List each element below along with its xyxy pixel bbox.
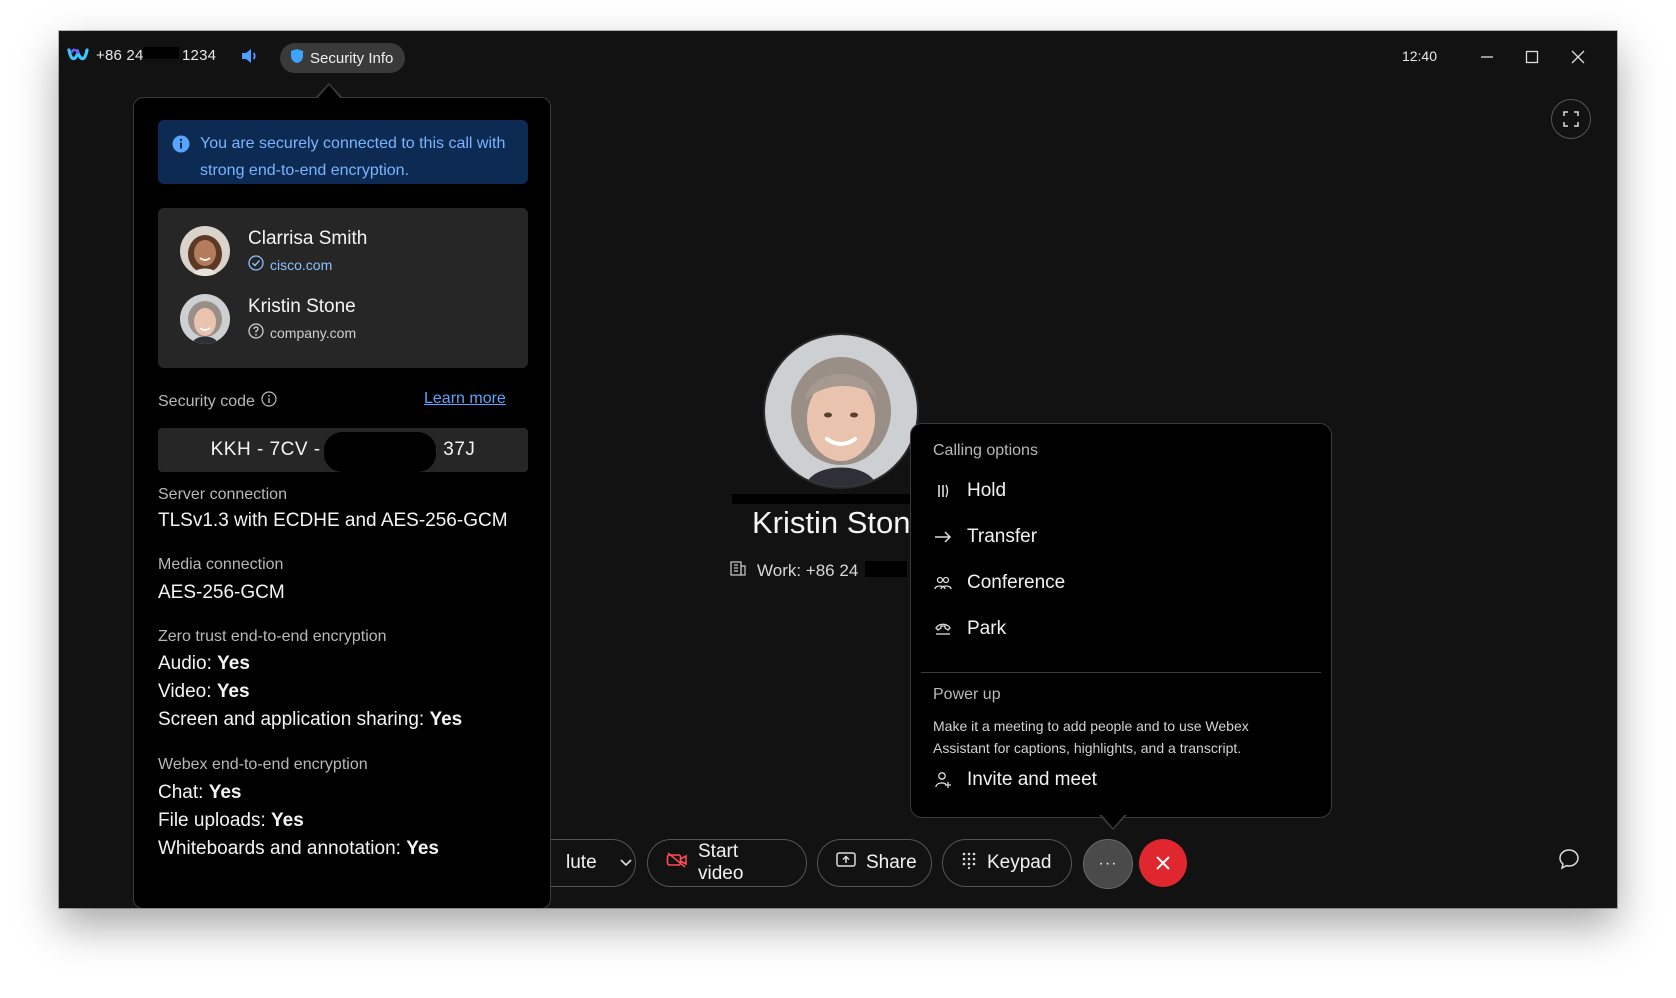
minimize-button[interactable] bbox=[1473, 43, 1501, 71]
conference-label: Conference bbox=[967, 572, 1066, 593]
share-screen-icon bbox=[836, 851, 856, 875]
security-info-button[interactable]: Security Info bbox=[280, 43, 406, 73]
participant-item: Kristin Stone company.com bbox=[180, 294, 356, 344]
close-icon bbox=[1571, 50, 1585, 64]
participant-item: Clarrisa Smith cisco.com bbox=[180, 226, 367, 276]
caller-work-number: Work: +86 24 bbox=[729, 559, 858, 582]
menu-divider bbox=[921, 672, 1321, 673]
share-label: Share bbox=[866, 852, 917, 873]
shield-icon bbox=[290, 48, 304, 68]
audio-encryption: Audio: Yes bbox=[158, 653, 250, 674]
menu-item-hold[interactable]: Hold bbox=[933, 480, 1006, 502]
work-number-text: Work: +86 24 bbox=[757, 560, 859, 580]
power-up-description: Make it a meeting to add people and to u… bbox=[933, 718, 1249, 756]
security-code-end: - 37J bbox=[430, 439, 476, 460]
menu-item-transfer[interactable]: Transfer bbox=[933, 526, 1037, 548]
webex-e2e-label: Webex end-to-end encryption bbox=[158, 756, 368, 773]
end-call-button[interactable] bbox=[1139, 839, 1187, 887]
call-number-suffix: 1234 bbox=[182, 47, 217, 64]
chat-button[interactable] bbox=[1549, 839, 1589, 879]
fullscreen-icon bbox=[1563, 111, 1579, 127]
start-video-button[interactable]: Start video bbox=[647, 839, 807, 887]
more-options-button[interactable]: ··· bbox=[1083, 839, 1133, 889]
call-number-prefix: +86 24 bbox=[96, 47, 144, 64]
hold-icon bbox=[933, 482, 953, 500]
mute-label: lute bbox=[566, 852, 597, 873]
security-code-start: KKH - 7CV - bbox=[210, 439, 321, 460]
security-code-label: Security code bbox=[158, 391, 277, 412]
security-info-panel: You are securely connected to this call … bbox=[133, 97, 551, 908]
caller-name: Kristin Stone bbox=[752, 505, 928, 540]
close-window-button[interactable] bbox=[1564, 43, 1592, 71]
park-label: Park bbox=[967, 618, 1007, 639]
chat-encryption: Chat: Yes bbox=[158, 782, 242, 803]
end-call-x-icon bbox=[1156, 856, 1170, 870]
panel-pointer-inner bbox=[317, 85, 341, 99]
fullscreen-button[interactable] bbox=[1551, 99, 1591, 139]
menu-pointer-inner bbox=[1101, 814, 1125, 828]
video-encryption: Video: Yes bbox=[158, 681, 250, 702]
speaker-icon[interactable] bbox=[239, 46, 259, 71]
info-icon bbox=[172, 135, 190, 174]
maximize-icon bbox=[1525, 50, 1539, 64]
avatar bbox=[180, 226, 230, 276]
power-up-header: Power up bbox=[933, 686, 1001, 703]
menu-item-invite-and-meet[interactable]: Invite and meet bbox=[933, 769, 1097, 791]
participant-domain: cisco.com bbox=[248, 255, 367, 274]
clock-time: 12:40 bbox=[1401, 48, 1437, 64]
menu-item-park[interactable]: Park bbox=[933, 618, 1006, 640]
transfer-label: Transfer bbox=[967, 526, 1038, 547]
chat-bubble-icon bbox=[1559, 849, 1579, 870]
participant-name: Kristin Stone bbox=[248, 296, 356, 317]
whiteboards-encryption: Whiteboards and annotation: Yes bbox=[158, 838, 439, 859]
participant-name: Clarrisa Smith bbox=[248, 228, 368, 249]
redaction-bar bbox=[865, 561, 907, 577]
media-connection-value: AES-256-GCM bbox=[158, 582, 285, 603]
verified-check-icon bbox=[248, 255, 264, 274]
server-connection-label: Server connection bbox=[158, 486, 287, 503]
file-uploads-encryption: File uploads: Yes bbox=[158, 810, 304, 831]
calling-options-menu: Calling options Hold Transfer Conference… bbox=[910, 423, 1332, 818]
screen-sharing-encryption: Screen and application sharing: Yes bbox=[158, 709, 463, 730]
webex-logo-icon bbox=[67, 47, 89, 68]
conference-icon bbox=[933, 575, 953, 591]
participants-list: Clarrisa Smith cisco.com Kristin Stone c… bbox=[158, 208, 528, 368]
info-outline-icon[interactable] bbox=[261, 391, 277, 412]
participant-domain: company.com bbox=[248, 323, 356, 342]
maximize-button[interactable] bbox=[1518, 43, 1546, 71]
add-person-icon bbox=[933, 771, 953, 789]
keypad-label: Keypad bbox=[987, 852, 1052, 873]
title-bar: +86 24 1234 Security Info 12:40 bbox=[59, 31, 1617, 83]
park-icon bbox=[933, 622, 953, 636]
building-icon bbox=[729, 559, 747, 582]
video-off-icon bbox=[666, 851, 688, 875]
media-connection-label: Media connection bbox=[158, 556, 284, 573]
transfer-arrow-icon bbox=[933, 530, 953, 544]
start-video-label: Start video bbox=[698, 841, 744, 884]
more-dots-icon: ··· bbox=[1098, 855, 1118, 872]
chevron-down-icon[interactable] bbox=[619, 852, 633, 874]
hold-label: Hold bbox=[967, 480, 1007, 501]
webex-call-window: +86 24 1234 Security Info 12:40 Kristin … bbox=[59, 31, 1617, 908]
keypad-icon bbox=[961, 851, 977, 875]
redaction-bar bbox=[143, 47, 179, 59]
encryption-info-banner: You are securely connected to this call … bbox=[158, 120, 528, 184]
unverified-question-icon bbox=[248, 323, 264, 342]
invite-and-meet-label: Invite and meet bbox=[967, 769, 1097, 790]
share-button[interactable]: Share bbox=[817, 839, 932, 887]
server-connection-value: TLSv1.3 with ECDHE and AES-256-GCM bbox=[158, 510, 508, 531]
redaction-blob bbox=[324, 432, 436, 472]
security-info-label: Security Info bbox=[310, 49, 394, 67]
keypad-button[interactable]: Keypad bbox=[942, 839, 1072, 887]
avatar bbox=[180, 294, 230, 344]
minimize-icon bbox=[1481, 56, 1493, 58]
learn-more-link[interactable]: Learn more bbox=[424, 390, 506, 408]
calling-options-header: Calling options bbox=[933, 442, 1038, 459]
encryption-banner-text: You are securely connected to this call … bbox=[200, 135, 506, 179]
caller-avatar bbox=[763, 333, 919, 489]
zero-trust-label: Zero trust end-to-end encryption bbox=[158, 628, 387, 645]
menu-item-conference[interactable]: Conference bbox=[933, 572, 1065, 594]
